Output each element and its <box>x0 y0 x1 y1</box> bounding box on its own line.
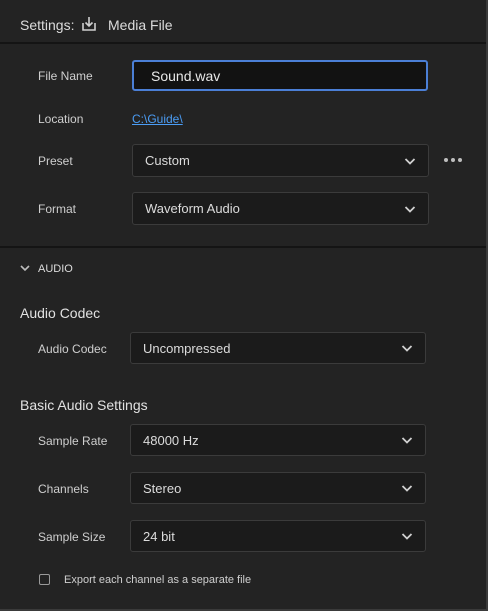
preset-label: Preset <box>38 154 73 168</box>
preset-dropdown[interactable]: Custom <box>132 144 429 177</box>
location-link[interactable]: C:\Guide\ <box>132 112 183 126</box>
location-label: Location <box>38 112 84 126</box>
export-channels-label[interactable]: Export each channel as a separate file <box>64 574 251 586</box>
chevron-down-icon <box>401 345 413 352</box>
channels-label: Channels <box>38 482 89 496</box>
file-name-label: File Name <box>38 69 93 83</box>
header-divider <box>0 42 486 44</box>
sample-rate-label: Sample Rate <box>38 434 108 448</box>
channels-value: Stereo <box>143 480 182 496</box>
chevron-down-icon <box>401 485 413 492</box>
format-dropdown[interactable]: Waveform Audio <box>132 192 429 225</box>
audio-codec-value: Uncompressed <box>143 340 231 356</box>
audio-codec-dropdown[interactable]: Uncompressed <box>130 332 426 364</box>
audio-codec-heading: Audio Codec <box>20 305 101 321</box>
sample-size-label: Sample Size <box>38 530 106 544</box>
preset-value: Custom <box>145 153 190 168</box>
export-channels-checkbox[interactable] <box>39 574 50 585</box>
export-settings-panel: Settings: Media File File Name Location … <box>0 0 488 611</box>
chevron-down-icon <box>401 437 413 444</box>
sample-rate-value: 48000 Hz <box>143 432 199 448</box>
audio-section-header[interactable]: AUDIO <box>38 263 73 275</box>
chevron-down-icon <box>404 205 416 213</box>
basic-audio-settings-heading: Basic Audio Settings <box>20 397 148 413</box>
more-options-icon[interactable] <box>443 153 463 167</box>
section-divider <box>0 246 486 248</box>
file-name-input[interactable] <box>132 60 428 91</box>
format-label: Format <box>38 202 77 216</box>
chevron-down-icon <box>401 533 413 540</box>
download-icon[interactable] <box>80 15 98 33</box>
chevron-down-icon <box>404 157 416 165</box>
audio-codec-label: Audio Codec <box>38 342 107 356</box>
channels-dropdown[interactable]: Stereo <box>130 472 426 504</box>
format-value: Waveform Audio <box>145 201 240 216</box>
sample-rate-dropdown[interactable]: 48000 Hz <box>130 424 426 456</box>
sample-size-dropdown[interactable]: 24 bit <box>130 520 426 552</box>
collapse-chevron-icon[interactable] <box>18 261 32 275</box>
media-file-label: Media File <box>108 17 173 33</box>
sample-size-value: 24 bit <box>143 528 175 544</box>
settings-title: Settings: <box>20 17 75 33</box>
